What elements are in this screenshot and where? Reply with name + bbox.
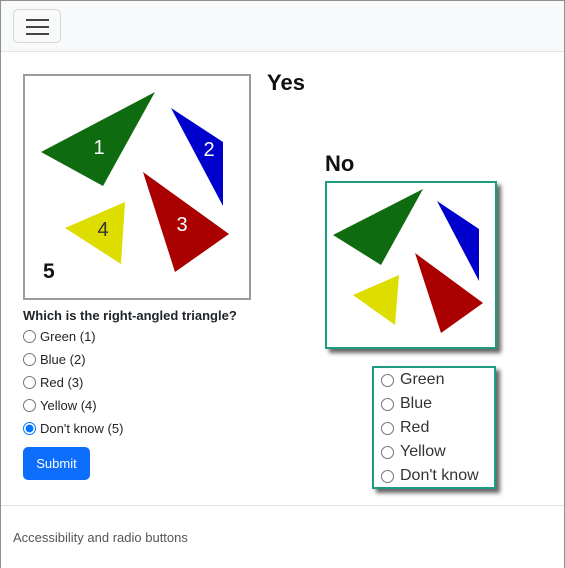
plain-radio-dont-know[interactable] — [381, 469, 394, 483]
triangle-label-4: 4 — [97, 219, 108, 241]
option-green[interactable]: Green (1) — [23, 327, 96, 345]
plain-options-group: Green Blue Red Yellow Don't know — [372, 366, 496, 489]
hamburger-menu-icon — [26, 19, 49, 21]
plain-option-yellow[interactable]: Yellow — [381, 441, 446, 463]
option-blue[interactable]: Blue (2) — [23, 350, 86, 368]
navbar — [1, 1, 564, 52]
caption-yes: Yes — [267, 70, 305, 95]
radio-dont-know[interactable] — [23, 421, 36, 435]
plain-radio-yellow[interactable] — [381, 445, 394, 459]
plain-radio-green[interactable] — [381, 373, 394, 387]
triangle-label-3: 3 — [176, 214, 187, 236]
plain-option-green[interactable]: Green — [381, 369, 444, 391]
triangle-label-1: 1 — [93, 137, 104, 159]
plain-option-dont-know[interactable]: Don't know — [381, 465, 479, 487]
green-triangle-plain — [333, 189, 423, 265]
question-text: Which is the right-angled triangle? — [23, 308, 237, 323]
corner-label-5: 5 — [43, 260, 55, 283]
plain-option-blue[interactable]: Blue — [381, 393, 432, 415]
option-yellow[interactable]: Yellow (4) — [23, 396, 97, 414]
footer: Accessibility and radio buttons — [1, 505, 564, 568]
submit-button[interactable]: Submit — [23, 447, 90, 480]
triangle-image-plain — [325, 181, 497, 349]
radio-blue[interactable] — [23, 352, 36, 366]
yellow-triangle — [65, 202, 125, 264]
yellow-triangle-plain — [353, 275, 399, 325]
radio-red[interactable] — [23, 375, 36, 389]
caption-no: No — [325, 151, 355, 176]
footer-text: Accessibility and radio buttons — [13, 530, 188, 545]
radio-green[interactable] — [23, 329, 36, 343]
option-red[interactable]: Red (3) — [23, 373, 83, 391]
option-dont-know[interactable]: Don't know (5) — [23, 419, 123, 437]
plain-option-red[interactable]: Red — [381, 417, 429, 439]
blue-triangle-plain — [437, 201, 479, 281]
triangle-label-2: 2 — [203, 139, 214, 161]
blue-triangle — [171, 108, 223, 206]
radio-yellow[interactable] — [23, 398, 36, 412]
plain-radio-red[interactable] — [381, 421, 394, 435]
triangle-image-numbered: 1 2 3 4 5 — [23, 74, 251, 300]
plain-radio-blue[interactable] — [381, 397, 394, 411]
menu-toggle-button[interactable] — [13, 9, 61, 43]
